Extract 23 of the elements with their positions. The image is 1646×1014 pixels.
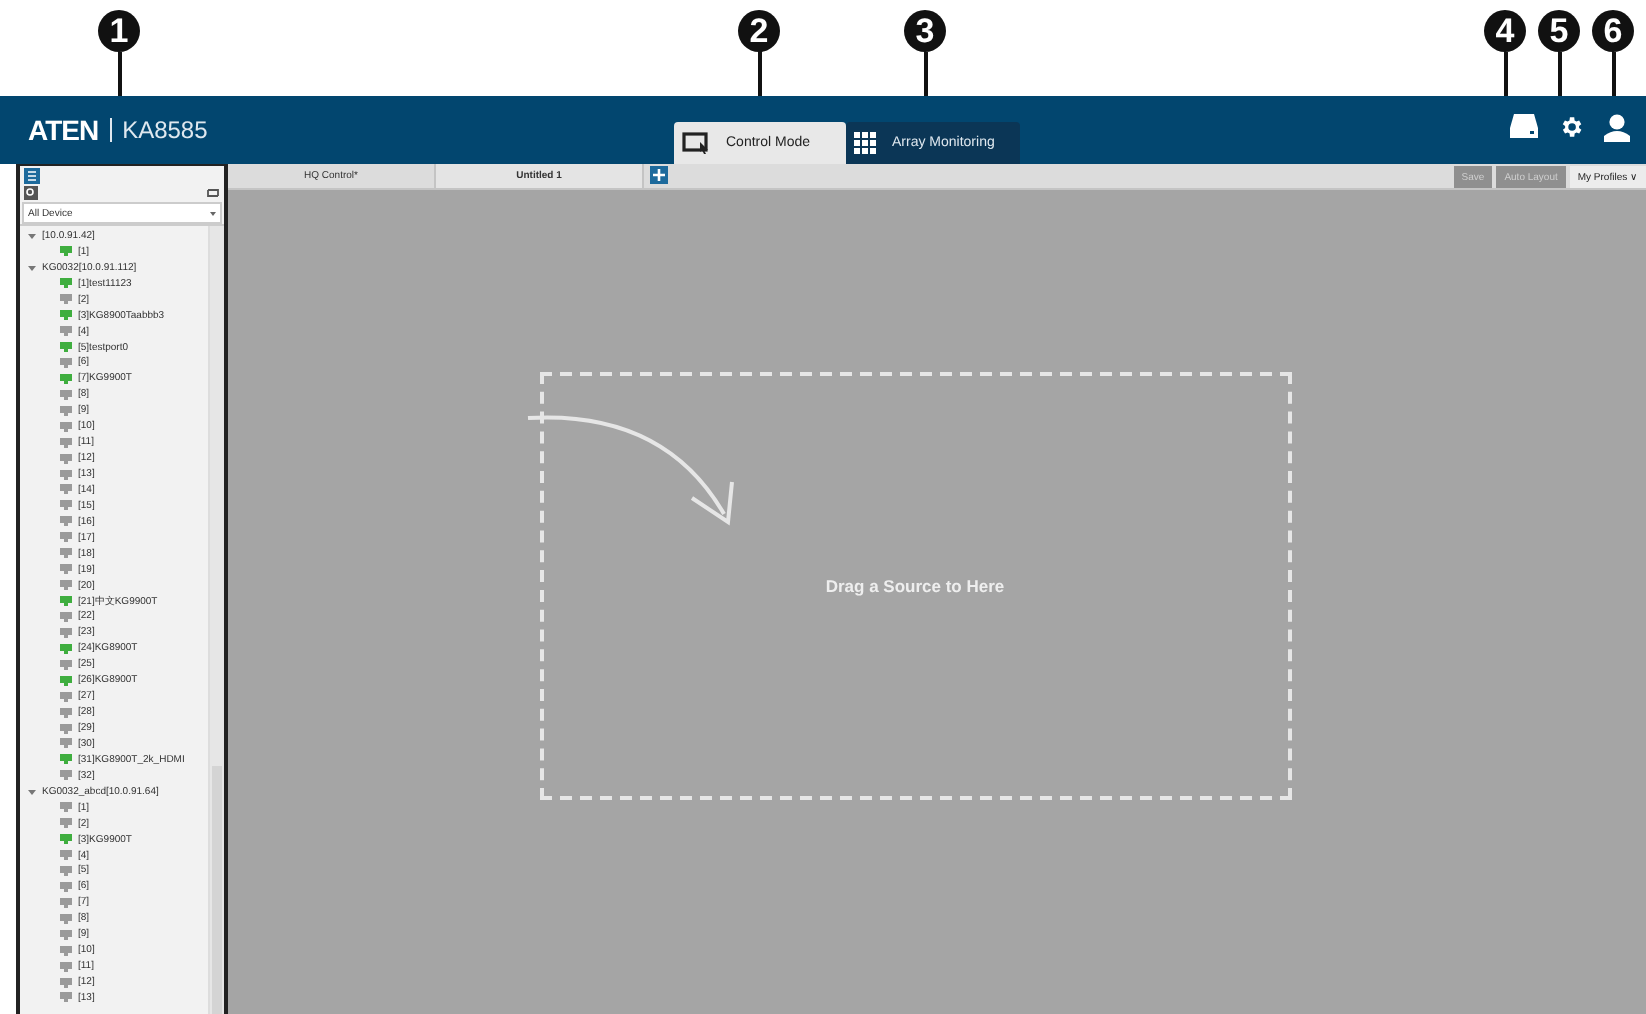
caret-icon [210,211,216,215]
grid-icon [854,132,876,154]
list-icon[interactable] [24,167,40,183]
callout-number: 2 [738,10,780,52]
callout-number: 6 [1592,10,1634,52]
add-tab-button[interactable] [650,166,668,184]
logo: ATEN [28,114,99,146]
user-icon[interactable] [1604,114,1630,142]
expand-caret-icon[interactable] [28,787,36,796]
plus-icon [652,168,666,182]
expand-caret-icon[interactable] [28,231,36,240]
screen-cursor-icon [682,132,710,154]
callout-number: 3 [904,10,946,52]
callout-number: 5 [1538,10,1580,52]
expand-caret-icon[interactable] [28,263,36,272]
model-name: KA8585 [110,118,208,142]
search-icon[interactable] [24,186,38,200]
callout-number: 4 [1484,10,1526,52]
callout-number: 1 [98,10,140,52]
refresh-icon[interactable] [206,186,220,200]
scrollbar[interactable] [208,226,224,1014]
settings-icon[interactable] [1558,114,1584,140]
drive-icon[interactable] [1510,114,1538,138]
